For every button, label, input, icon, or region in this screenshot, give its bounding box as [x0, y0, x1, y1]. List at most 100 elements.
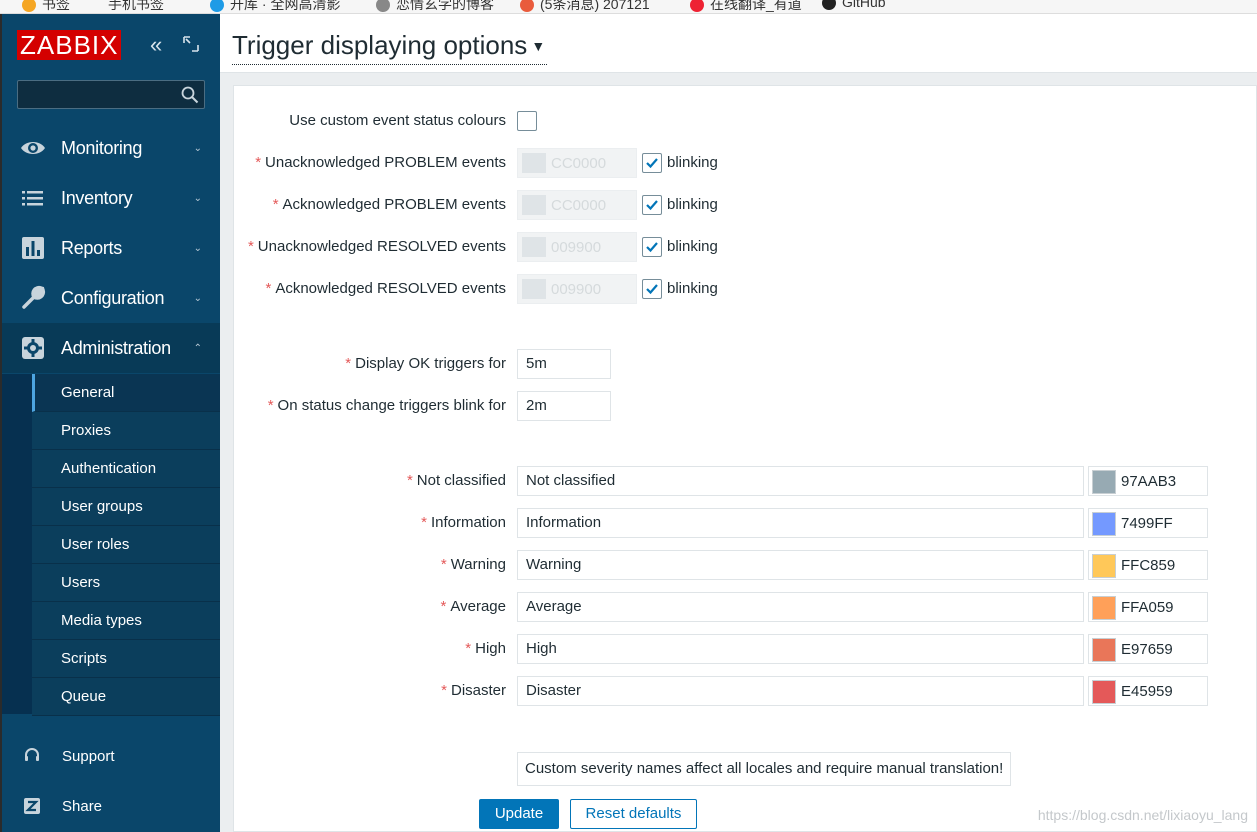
eye-icon — [21, 142, 45, 154]
severity-label: * Disaster — [441, 682, 506, 699]
bookmark-item[interactable]: 书签 — [22, 0, 70, 13]
blinking-label: blinking — [667, 280, 718, 297]
severity-color-picker[interactable]: 7499FF — [1088, 508, 1208, 538]
severity-label: * Information — [421, 514, 506, 531]
custom-colours-label: Use custom event status colours — [289, 112, 506, 129]
color-value: FFC859 — [1121, 557, 1176, 574]
severity-color-picker[interactable]: FFA059 — [1088, 592, 1208, 622]
display-ok-input[interactable]: 5m — [517, 349, 611, 379]
watermark: https://blog.csdn.net/lixiaoyu_lang — [1037, 807, 1248, 823]
search-icon[interactable] — [181, 86, 199, 104]
event-color-picker: CC0000 — [517, 148, 637, 178]
blinking-checkbox[interactable] — [642, 237, 662, 257]
submenu-indent — [2, 374, 32, 714]
bookmark-item[interactable]: 在线翻译_有道 — [690, 0, 802, 13]
globe-icon — [376, 0, 390, 13]
nav-support[interactable]: Support — [2, 736, 220, 776]
submenu-queue[interactable]: Queue — [32, 678, 220, 716]
submenu-media-types[interactable]: Media types — [32, 602, 220, 640]
nav-configuration[interactable]: Configuration ⌄ — [2, 273, 220, 323]
severity-row: * Disaster Disaster E45959 — [234, 676, 1257, 706]
nav-reports[interactable]: Reports ⌄ — [2, 223, 220, 273]
event-row: * Unacknowledged PROBLEM events CC0000 bl… — [234, 148, 1257, 178]
blink-period-input[interactable]: 2m — [517, 391, 611, 421]
severity-name-input[interactable]: Warning — [517, 550, 1084, 580]
bookmark-item[interactable]: 开库 · 全网高清影 — [210, 0, 340, 13]
severity-name-input[interactable]: Disaster — [517, 676, 1084, 706]
severity-name-input[interactable]: Not classified — [517, 466, 1084, 496]
submenu-user-groups[interactable]: User groups — [32, 488, 220, 526]
blinking-checkbox[interactable] — [642, 195, 662, 215]
github-icon — [822, 0, 836, 11]
color-value: CC0000 — [551, 155, 607, 172]
nav-share[interactable]: Share — [2, 786, 220, 826]
severity-name-input[interactable]: Average — [517, 592, 1084, 622]
zabbix-logo[interactable]: ZABBIX — [17, 30, 122, 60]
event-row-label: * Unacknowledged RESOLVED events — [247, 238, 506, 255]
bookmark-item[interactable]: (5条消息) 207121 — [520, 0, 650, 13]
blinking-checkbox[interactable] — [642, 279, 662, 299]
share-z-icon — [24, 798, 40, 814]
severity-color-picker[interactable]: E97659 — [1088, 634, 1208, 664]
submenu-authentication[interactable]: Authentication — [32, 450, 220, 488]
color-swatch[interactable] — [1092, 470, 1116, 494]
severity-label: * Warning — [440, 556, 506, 573]
event-row: * Unacknowledged RESOLVED events 009900 b… — [234, 232, 1257, 262]
blinking-label: blinking — [667, 154, 718, 171]
page-title: Trigger displaying options — [232, 30, 528, 60]
bookmarks-bar: 书签 手机书签 开库 · 全网高清影 恋情玄学的博客 (5条消息) 207121… — [0, 0, 1257, 14]
severity-row: * High High E97659 — [234, 634, 1257, 664]
nav-administration-label: Administration — [61, 337, 171, 358]
sidebar: ZABBIX « Monitoring ⌄ Inventory ⌄ Report… — [0, 14, 220, 832]
display-ok-label: * Display OK triggers for — [345, 355, 506, 372]
severity-label: * High — [465, 640, 506, 657]
submenu-scripts[interactable]: Scripts — [32, 640, 220, 678]
kiosk-mode-icon[interactable] — [183, 36, 199, 52]
color-value: 97AAB3 — [1121, 473, 1177, 490]
custom-colours-checkbox[interactable] — [517, 111, 537, 131]
blink-period-label: * On status change triggers blink for — [267, 397, 506, 414]
update-button[interactable]: Update — [479, 799, 559, 829]
nav-inventory[interactable]: Inventory ⌄ — [2, 173, 220, 223]
event-row: * Acknowledged PROBLEM events CC0000 blin… — [234, 190, 1257, 220]
page-title-dropdown[interactable]: Trigger displaying options ▼ — [232, 30, 548, 65]
reset-defaults-button[interactable]: Reset defaults — [570, 799, 697, 829]
color-swatch — [522, 195, 546, 215]
event-color-picker: CC0000 — [517, 190, 637, 220]
csdn-icon — [520, 0, 534, 13]
submenu-proxies[interactable]: Proxies — [32, 412, 220, 450]
severity-color-picker[interactable]: FFC859 — [1088, 550, 1208, 580]
color-swatch[interactable] — [1092, 680, 1116, 704]
bookmark-item[interactable]: 恋情玄学的博客 — [376, 0, 494, 13]
blinking-label: blinking — [667, 196, 718, 213]
color-value: E45959 — [1121, 683, 1173, 700]
severity-color-picker[interactable]: E45959 — [1088, 676, 1208, 706]
collapse-sidebar-icon[interactable]: « — [150, 34, 162, 56]
bookmark-item[interactable]: 手机书签 — [108, 0, 164, 13]
headset-icon — [25, 748, 39, 761]
severity-name-input[interactable]: High — [517, 634, 1084, 664]
nav-administration[interactable]: Administration ⌃ — [2, 323, 220, 373]
color-swatch[interactable] — [1092, 638, 1116, 662]
severity-name-input[interactable]: Information — [517, 508, 1084, 538]
submenu-user-roles[interactable]: User roles — [32, 526, 220, 564]
color-swatch[interactable] — [1092, 512, 1116, 536]
sidebar-search-input[interactable] — [17, 80, 205, 109]
nav-monitoring[interactable]: Monitoring ⌄ — [2, 123, 220, 173]
event-row-label: * Acknowledged RESOLVED events — [265, 280, 506, 297]
submenu-general[interactable]: General — [32, 374, 220, 412]
severity-color-picker[interactable]: 97AAB3 — [1088, 466, 1208, 496]
blinking-checkbox[interactable] — [642, 153, 662, 173]
color-swatch[interactable] — [1092, 554, 1116, 578]
star-icon — [22, 0, 36, 13]
checkmark-icon — [646, 284, 658, 295]
color-swatch[interactable] — [1092, 596, 1116, 620]
color-value: 009900 — [551, 239, 602, 256]
gear-icon — [22, 337, 44, 359]
custom-colours-row: Use custom event status colours — [234, 106, 1257, 136]
bookmark-item[interactable]: GitHub — [822, 0, 886, 11]
checkmark-icon — [646, 242, 658, 253]
submenu-users[interactable]: Users — [32, 564, 220, 602]
translation-notice: Custom severity names affect all locales… — [517, 752, 1012, 786]
nav-monitoring-label: Monitoring — [61, 137, 143, 158]
